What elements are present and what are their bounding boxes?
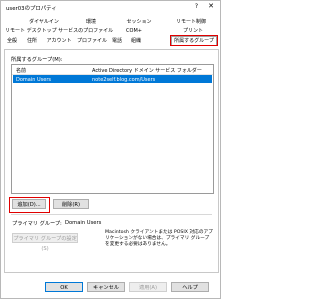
group-name: Domain Users (16, 76, 51, 83)
column-name[interactable]: 名前 (16, 67, 26, 74)
close-icon[interactable]: ✕ (208, 2, 214, 10)
primary-group-note: Macintosh クライアントまたは POSIX 対応のアプリケーションがない… (105, 230, 213, 248)
group-folder: note2self.blog.com/Users (92, 76, 156, 83)
tab-rds-profile[interactable]: リモート デスクトップ サービスのプロファイル (5, 27, 113, 35)
primary-group-value: Domain Users (65, 220, 102, 226)
primary-group-label: プライマリ グループ: (12, 221, 62, 227)
cancel-button[interactable]: キャンセル (87, 282, 125, 292)
remove-button[interactable]: 削除(R) (53, 199, 89, 209)
member-of-label: 所属するグループ(M): (11, 57, 63, 63)
tab-dial-in[interactable]: ダイヤルイン (26, 18, 62, 26)
tab-member-of[interactable]: 所属するグループ (170, 35, 218, 46)
list-header: 名前 Active Directory ドメイン サービス フォルダー (12, 65, 213, 75)
divider (11, 214, 212, 215)
add-button[interactable]: 追加(D)... (12, 199, 46, 209)
tab-environment[interactable]: 環境 (81, 18, 101, 26)
tab-organization[interactable]: 組織 (129, 37, 143, 45)
tab-row-2: リモート デスクトップ サービスのプロファイル COM+ プリント (4, 27, 218, 35)
ok-button[interactable]: OK (45, 282, 83, 292)
tab-telephones[interactable]: 電話 (110, 37, 124, 45)
tab-account[interactable]: アカウント (46, 37, 72, 45)
tab-profile[interactable]: プロファイル (77, 37, 107, 45)
column-folder[interactable]: Active Directory ドメイン サービス フォルダー (92, 67, 202, 74)
dialog-title: user03のプロパティ (6, 6, 57, 12)
apply-button[interactable]: 適用(A) (129, 282, 167, 292)
tab-session[interactable]: セッション (124, 18, 154, 26)
help-button[interactable]: ヘルプ (171, 282, 209, 292)
tab-remote-control[interactable]: リモート制御 (171, 18, 211, 26)
tab-com-plus[interactable]: COM+ (124, 27, 144, 35)
title-bar: user03のプロパティ ? ✕ (1, 1, 220, 13)
group-list[interactable]: 名前 Active Directory ドメイン サービス フォルダー Doma… (11, 64, 214, 194)
tab-general[interactable]: 全般 (5, 37, 19, 45)
help-icon[interactable]: ? (195, 3, 198, 10)
tab-address[interactable]: 住所 (24, 37, 40, 45)
tab-published[interactable]: プリント (181, 27, 205, 35)
table-row[interactable]: Domain Users note2self.blog.com/Users (13, 75, 212, 83)
set-primary-group-button[interactable]: プライマリ グループの設定(S) (12, 233, 78, 252)
member-of-panel: 所属するグループ(M): 名前 Active Directory ドメイン サー… (4, 49, 219, 273)
tab-row-3: 全般 住所 アカウント プロファイル 電話 組織 所属するグループ (4, 35, 218, 46)
properties-dialog: user03のプロパティ ? ✕ ダイヤルイン 環境 セッション リモート制御 … (0, 0, 221, 299)
tab-row-1: ダイヤルイン 環境 セッション リモート制御 (4, 18, 218, 26)
